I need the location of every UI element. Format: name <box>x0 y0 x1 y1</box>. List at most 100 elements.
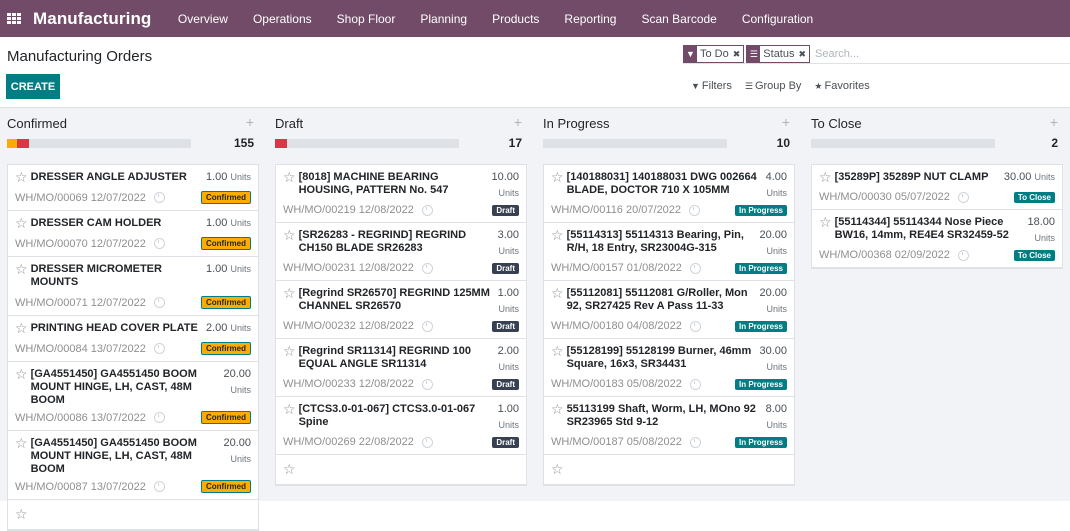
activity-clock-icon[interactable] <box>689 378 701 390</box>
progress-segment[interactable] <box>7 139 17 148</box>
remove-facet-icon[interactable]: ✖ <box>733 49 741 60</box>
star-icon[interactable]: ☆ <box>283 286 296 300</box>
kanban-card[interactable]: ☆ PRINTING HEAD COVER PLATE 2.00 Units WH/M… <box>8 316 258 362</box>
kanban-card[interactable]: ☆ [CTCS3.0-01-067] CTCS3.0-01-067 Spine 1.… <box>276 397 526 455</box>
kanban-card[interactable]: ☆ [GA4551450] GA4551450 BOOM MOUNT HINGE,… <box>8 362 258 431</box>
star-icon[interactable]: ☆ <box>819 170 832 184</box>
star-icon[interactable]: ☆ <box>15 436 28 450</box>
activity-clock-icon[interactable] <box>957 191 969 203</box>
column-title[interactable]: In Progress <box>543 116 609 131</box>
column-progress-bar[interactable] <box>543 139 727 148</box>
top-navbar: Manufacturing Overview Operations Shop F… <box>0 0 1070 37</box>
quantity: 1.00 Units <box>498 403 519 432</box>
kanban-card[interactable]: ☆ 55113199 Shaft, Worm, LH, MOno 92 SR239… <box>544 397 794 455</box>
activity-clock-icon[interactable] <box>421 262 433 274</box>
nav-shop-floor[interactable]: Shop Floor <box>324 12 408 26</box>
filters-button[interactable]: ▼ Filters <box>691 80 732 92</box>
kanban-card[interactable]: ☆ [140188031] 140188031 DWG 002664 BLADE,… <box>544 165 794 223</box>
activity-clock-icon[interactable] <box>421 320 433 332</box>
activity-clock-icon[interactable] <box>153 192 165 203</box>
progress-segment[interactable] <box>16 139 29 148</box>
column-title[interactable]: Draft <box>275 116 303 131</box>
star-icon[interactable]: ☆ <box>551 170 564 184</box>
apps-menu-icon[interactable] <box>7 12 21 25</box>
quick-create-icon[interactable]: + <box>1050 114 1058 130</box>
star-icon[interactable]: ☆ <box>551 344 564 358</box>
activity-clock-icon[interactable] <box>153 481 165 492</box>
activity-clock-icon[interactable] <box>689 320 701 332</box>
star-icon[interactable]: ☆ <box>819 215 832 229</box>
activity-clock-icon[interactable] <box>153 297 165 308</box>
search-facet-filter[interactable]: ▼ To Do ✖ <box>683 45 745 63</box>
card-title-row: ☆ [Regrind SR26570] REGRIND 125MM CHANNEL… <box>283 286 492 313</box>
star-icon[interactable]: ☆ <box>551 461 564 477</box>
kanban-card[interactable]: ☆ [55112081] 55112081 G/Roller, Mon 92, S… <box>544 281 794 339</box>
nav-operations[interactable]: Operations <box>240 12 324 26</box>
status-badge: To Close <box>1013 249 1055 261</box>
column-progress-bar[interactable] <box>7 139 191 148</box>
column-title[interactable]: Confirmed <box>7 116 67 131</box>
column-title[interactable]: To Close <box>811 116 862 131</box>
nav-overview[interactable]: Overview <box>165 12 240 26</box>
activity-clock-icon[interactable] <box>689 204 701 216</box>
quick-create-icon[interactable]: + <box>782 114 790 130</box>
activity-clock-icon[interactable] <box>689 262 701 274</box>
activity-clock-icon[interactable] <box>153 343 165 354</box>
order-reference: WH/MO/00084 13/07/2022 <box>15 343 165 355</box>
progress-segment[interactable] <box>275 139 287 148</box>
remove-facet-icon[interactable]: ✖ <box>798 49 806 60</box>
star-icon[interactable]: ☆ <box>283 402 296 416</box>
quick-create-icon[interactable]: + <box>514 114 522 130</box>
kanban-card[interactable]: ☆ [SR26283 - REGRIND] REGRIND CH150 BLADE… <box>276 223 526 281</box>
star-icon[interactable]: ☆ <box>283 344 296 358</box>
search-input[interactable] <box>815 48 1070 60</box>
nav-scan-barcode[interactable]: Scan Barcode <box>629 12 729 26</box>
star-icon[interactable]: ☆ <box>283 170 296 184</box>
star-icon[interactable]: ☆ <box>551 286 564 300</box>
kanban-card[interactable]: ☆ [35289P] 35289P NUT CLAMP 30.00 Units WH/… <box>812 165 1062 210</box>
kanban-card[interactable]: ☆ <box>276 455 526 485</box>
star-icon[interactable]: ☆ <box>15 262 28 276</box>
star-icon[interactable]: ☆ <box>15 216 28 230</box>
star-icon[interactable]: ☆ <box>283 461 296 477</box>
star-icon[interactable]: ☆ <box>15 367 28 381</box>
nav-configuration[interactable]: Configuration <box>729 12 825 26</box>
star-icon[interactable]: ☆ <box>551 402 564 416</box>
kanban-card[interactable]: ☆ [Regrind SR11314] REGRIND 100 EQUAL ANG… <box>276 339 526 397</box>
activity-clock-icon[interactable] <box>153 238 165 249</box>
kanban-card[interactable]: ☆ [55114344] 55114344 Nose Piece BW16, 14… <box>812 210 1062 268</box>
kanban-card[interactable]: ☆ [55128199] 55128199 Burner, 46mm Square… <box>544 339 794 397</box>
activity-clock-icon[interactable] <box>421 436 433 448</box>
column-header: In Progress +10 <box>543 108 796 164</box>
kanban-card[interactable]: ☆ [8018] MACHINE BEARING HOUSING, PATTERN… <box>276 165 526 223</box>
quick-create-icon[interactable]: + <box>246 114 254 130</box>
activity-clock-icon[interactable] <box>689 436 701 448</box>
star-icon[interactable]: ☆ <box>283 228 296 242</box>
activity-clock-icon[interactable] <box>153 412 165 423</box>
search-facet-group-by[interactable]: ☰ Status ✖ <box>746 45 811 63</box>
create-button[interactable]: CREATE <box>6 74 60 99</box>
kanban-card[interactable]: ☆ DRESSER CAM HOLDER 1.00 Units WH/MO/00070… <box>8 211 258 257</box>
favorites-button[interactable]: ★ Favorites <box>814 80 869 92</box>
nav-planning[interactable]: Planning <box>408 12 480 26</box>
activity-clock-icon[interactable] <box>421 204 433 216</box>
nav-reporting[interactable]: Reporting <box>552 12 629 26</box>
kanban-card[interactable]: ☆ [Regrind SR26570] REGRIND 125MM CHANNEL… <box>276 281 526 339</box>
star-icon[interactable]: ☆ <box>551 228 564 242</box>
activity-clock-icon[interactable] <box>957 249 969 261</box>
kanban-card[interactable]: ☆ DRESSER ANGLE ADJUSTER 1.00 Units WH/MO/0… <box>8 165 258 211</box>
star-icon[interactable]: ☆ <box>15 170 28 184</box>
kanban-card[interactable]: ☆ [55114313] 55114313 Bearing, Pin, R/H, … <box>544 223 794 281</box>
star-icon[interactable]: ☆ <box>15 321 28 335</box>
kanban-card[interactable]: ☆ <box>8 500 258 530</box>
app-brand[interactable]: Manufacturing <box>33 9 151 29</box>
kanban-card[interactable]: ☆ <box>544 455 794 485</box>
group-by-button[interactable]: ☰ Group By <box>745 80 802 92</box>
column-progress-bar[interactable] <box>275 139 459 148</box>
column-progress-bar[interactable] <box>811 139 995 148</box>
kanban-card[interactable]: ☆ DRESSER MICROMETER MOUNTS 1.00 Units WH/M… <box>8 257 258 316</box>
nav-products[interactable]: Products <box>480 12 552 26</box>
activity-clock-icon[interactable] <box>421 378 433 390</box>
star-icon[interactable]: ☆ <box>15 506 28 522</box>
kanban-card[interactable]: ☆ [GA4551450] GA4551450 BOOM MOUNT HINGE,… <box>8 431 258 500</box>
